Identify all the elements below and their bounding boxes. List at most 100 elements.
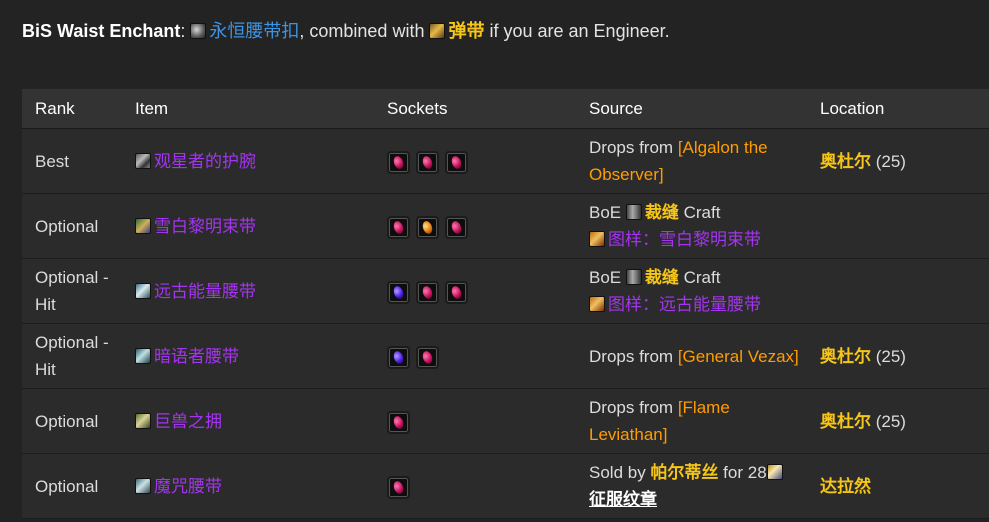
sockets-cell bbox=[374, 323, 576, 389]
red-gem-icon[interactable] bbox=[387, 150, 410, 174]
rank-cell: Optional - Hit bbox=[22, 258, 122, 324]
location-cell: 奥杜尔 (25) bbox=[807, 388, 989, 454]
item-cell: 暗语者腰带 bbox=[122, 323, 374, 389]
source-cell: Drops from [Algalon the Observer] bbox=[576, 128, 807, 194]
red-gem-icon[interactable] bbox=[445, 150, 468, 174]
red-gem-icon[interactable] bbox=[387, 410, 410, 434]
item-cell: 魔咒腰带 bbox=[122, 453, 374, 519]
red-gem-icon[interactable] bbox=[387, 215, 410, 239]
raid-size: (25) bbox=[875, 411, 906, 431]
orange-gem-icon[interactable] bbox=[416, 215, 439, 239]
craft-text: Craft bbox=[683, 268, 721, 287]
craft-text: Craft bbox=[683, 203, 721, 222]
header-rank[interactable]: Rank bbox=[22, 89, 122, 129]
gear-icon[interactable] bbox=[190, 23, 207, 39]
location-cell bbox=[807, 193, 989, 259]
boss-link[interactable]: [General Vezax] bbox=[678, 347, 799, 366]
price-text: for 28 bbox=[723, 463, 767, 482]
waist-icon[interactable] bbox=[135, 282, 151, 299]
table-header-row: Rank Item Sockets Source Location bbox=[22, 89, 989, 129]
enchant-alt-item-link[interactable]: 弹带 bbox=[448, 21, 484, 41]
header-sockets[interactable]: Sockets bbox=[374, 89, 576, 129]
tailoring-icon[interactable] bbox=[625, 269, 642, 285]
sockets-cell bbox=[374, 388, 576, 454]
header-location[interactable]: Location bbox=[807, 89, 989, 129]
source-cell: Drops from [Flame Leviathan] bbox=[576, 388, 807, 454]
table-row: Optional 巨兽之拥 Drops from [Flame Leviatha… bbox=[22, 388, 989, 454]
purple-gem-icon[interactable] bbox=[387, 345, 410, 369]
location-cell bbox=[807, 258, 989, 324]
rank-cell: Optional bbox=[22, 453, 122, 519]
table-row: Optional 魔咒腰带 Sold by 帕尔蒂丝 for 28 征服纹章 达… bbox=[22, 453, 989, 519]
source-prefix: Drops from bbox=[589, 346, 674, 366]
table-row: Best 观星者的护腕 Drops from [Algalon the Obse… bbox=[22, 128, 989, 194]
red-gem-icon[interactable] bbox=[416, 280, 439, 304]
rank-cell: Optional bbox=[22, 193, 122, 259]
source-prefix: Drops from bbox=[589, 398, 674, 417]
vendor-link[interactable]: 帕尔蒂丝 bbox=[650, 463, 718, 482]
enchant-item-link[interactable]: 永恒腰带扣 bbox=[209, 21, 299, 41]
profession-link[interactable]: 裁缝 bbox=[645, 268, 679, 287]
waist-icon[interactable] bbox=[135, 477, 151, 494]
red-gem-icon[interactable] bbox=[445, 215, 468, 239]
zone-link[interactable]: 达拉然 bbox=[820, 477, 871, 496]
source-cell: BoE 裁缝 Craft 图样：远古能量腰带 bbox=[576, 258, 807, 324]
pattern-link[interactable]: 图样：远古能量腰带 bbox=[608, 295, 761, 314]
sockets-cell bbox=[374, 453, 576, 519]
location-cell: 奥杜尔 (25) bbox=[807, 128, 989, 194]
raid-size: (25) bbox=[875, 151, 906, 171]
location-cell: 奥杜尔 (25) bbox=[807, 323, 989, 389]
rank-cell: Optional bbox=[22, 388, 122, 454]
zone-link[interactable]: 奥杜尔 bbox=[820, 152, 871, 171]
enchant-label: BiS Waist Enchant bbox=[22, 21, 181, 41]
item-link[interactable]: 暗语者腰带 bbox=[154, 347, 239, 366]
tailoring-icon[interactable] bbox=[625, 204, 642, 220]
item-cell: 远古能量腰带 bbox=[122, 258, 374, 324]
table-row: Optional - Hit 暗语者腰带 Drops from [General… bbox=[22, 323, 989, 389]
sockets-cell bbox=[374, 193, 576, 259]
zone-link[interactable]: 奥杜尔 bbox=[820, 347, 871, 366]
item-link[interactable]: 观星者的护腕 bbox=[154, 152, 256, 171]
currency-link[interactable]: 征服纹章 bbox=[589, 490, 657, 509]
item-cell: 观星者的护腕 bbox=[122, 128, 374, 194]
red-gem-icon[interactable] bbox=[387, 475, 410, 499]
header-item[interactable]: Item bbox=[122, 89, 374, 129]
sockets-cell bbox=[374, 258, 576, 324]
table-row: Optional 雪白黎明束带 BoE 裁缝 Craft 图样：雪白黎明束带 bbox=[22, 193, 989, 259]
source-prefix: Drops from bbox=[589, 138, 674, 157]
item-link[interactable]: 雪白黎明束带 bbox=[154, 217, 256, 236]
sockets-cell bbox=[374, 128, 576, 194]
pattern-icon[interactable] bbox=[589, 231, 605, 247]
item-cell: 雪白黎明束带 bbox=[122, 193, 374, 259]
item-link[interactable]: 远古能量腰带 bbox=[154, 282, 256, 301]
source-prefix: BoE bbox=[589, 203, 622, 222]
waist-icon[interactable] bbox=[135, 217, 151, 234]
item-link[interactable]: 巨兽之拥 bbox=[154, 412, 222, 431]
location-cell: 达拉然 bbox=[807, 453, 989, 519]
header-source[interactable]: Source bbox=[576, 89, 807, 129]
pattern-icon[interactable] bbox=[589, 296, 605, 312]
raid-size: (25) bbox=[875, 346, 906, 366]
red-gem-icon[interactable] bbox=[416, 150, 439, 174]
bracer-icon[interactable] bbox=[135, 152, 151, 169]
zone-link[interactable]: 奥杜尔 bbox=[820, 412, 871, 431]
emblem-icon[interactable] bbox=[766, 464, 783, 480]
belt-icon[interactable] bbox=[429, 23, 446, 39]
rank-cell: Optional - Hit bbox=[22, 323, 122, 389]
rank-cell: Best bbox=[22, 128, 122, 194]
pattern-link[interactable]: 图样：雪白黎明束带 bbox=[608, 230, 761, 249]
waist-icon[interactable] bbox=[135, 412, 151, 429]
bis-table: Rank Item Sockets Source Location Best 观… bbox=[22, 89, 989, 519]
source-cell: Sold by 帕尔蒂丝 for 28 征服纹章 bbox=[576, 453, 807, 519]
enchant-middle-text: , combined with bbox=[299, 21, 425, 41]
source-prefix: BoE bbox=[589, 268, 622, 287]
item-cell: 巨兽之拥 bbox=[122, 388, 374, 454]
enchant-colon: : bbox=[180, 21, 186, 41]
source-cell: Drops from [General Vezax] bbox=[576, 323, 807, 389]
profession-link[interactable]: 裁缝 bbox=[645, 203, 679, 222]
item-link[interactable]: 魔咒腰带 bbox=[154, 477, 222, 496]
red-gem-icon[interactable] bbox=[416, 345, 439, 369]
waist-icon[interactable] bbox=[135, 347, 151, 364]
red-gem-icon[interactable] bbox=[445, 280, 468, 304]
purple-gem-icon[interactable] bbox=[387, 280, 410, 304]
